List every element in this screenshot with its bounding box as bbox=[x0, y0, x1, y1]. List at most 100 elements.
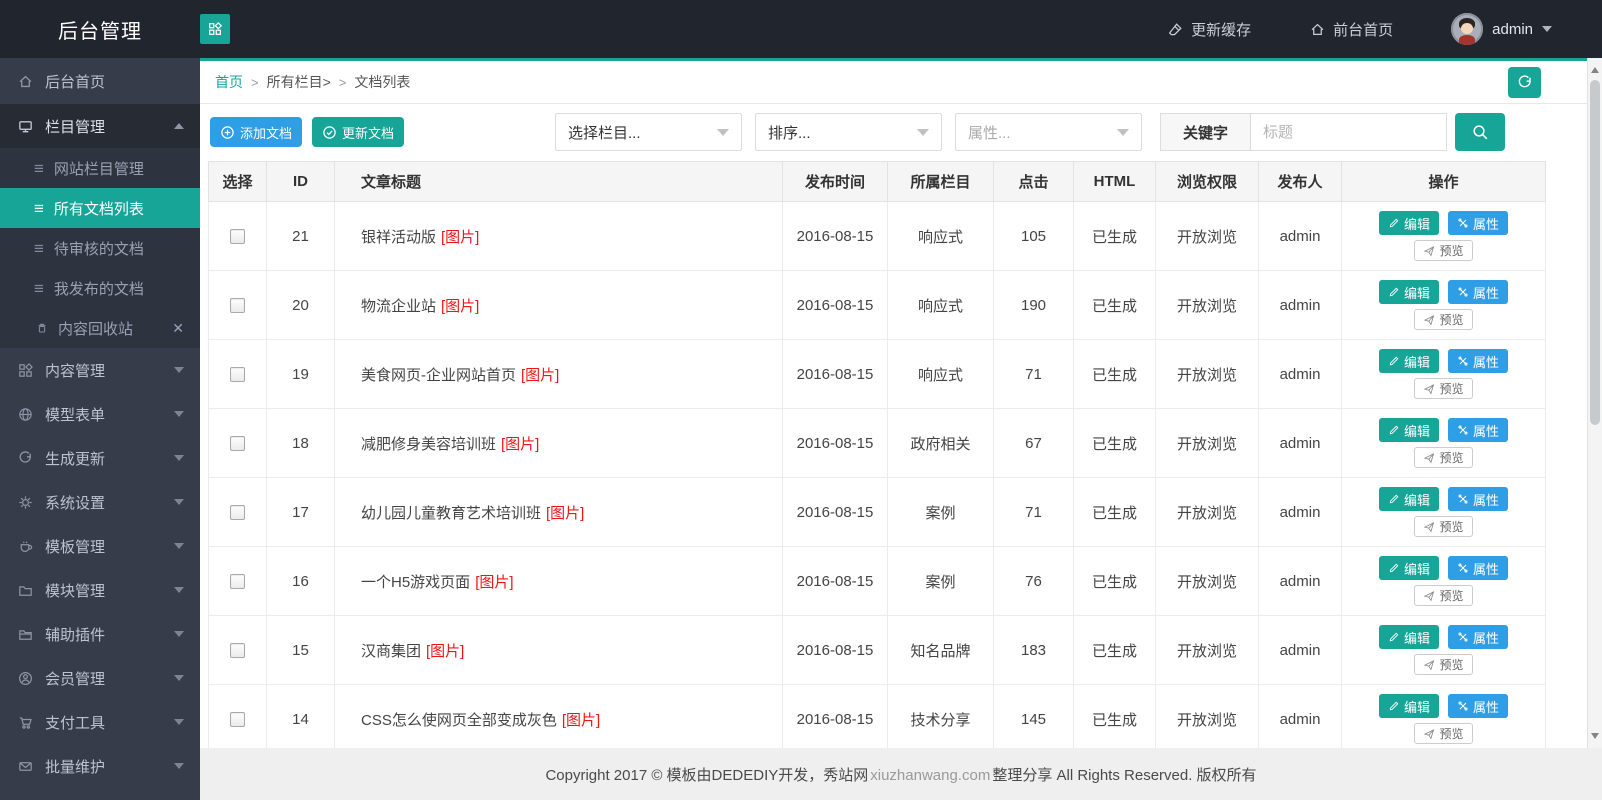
sidebar-item-pending-documents[interactable]: ≡ 待审核的文档 bbox=[0, 228, 200, 268]
table-row: 20 物流企业站 [图片] 2016-08-15 响应式 190 已生成 开放浏览… bbox=[208, 270, 1546, 340]
sidebar-item-system-settings[interactable]: 系统设置 bbox=[0, 480, 200, 524]
app-title: 后台管理 bbox=[58, 20, 142, 43]
row-category: 技术分享 bbox=[887, 684, 994, 754]
preview-button[interactable]: 预览 bbox=[1414, 654, 1473, 675]
sidebar-item-column-management[interactable]: 栏目管理 bbox=[0, 104, 200, 148]
row-checkbox[interactable] bbox=[230, 229, 245, 245]
image-tag: [图片] bbox=[521, 366, 560, 384]
edit-button[interactable]: 编辑 bbox=[1378, 211, 1439, 235]
preview-button[interactable]: 预览 bbox=[1414, 240, 1473, 261]
folder-icon bbox=[16, 625, 34, 643]
document-title-link[interactable]: 美食网页-企业网站首页 bbox=[361, 367, 516, 384]
breadcrumb-home[interactable]: 首页 bbox=[215, 72, 243, 92]
attributes-button[interactable]: 属性 bbox=[1448, 694, 1509, 718]
row-checkbox[interactable] bbox=[230, 574, 245, 590]
sidebar-item-auxiliary-plugins[interactable]: 辅助插件 bbox=[0, 612, 200, 656]
document-title-link[interactable]: 汉商集团 bbox=[361, 643, 421, 660]
attributes-button[interactable]: 属性 bbox=[1448, 625, 1509, 649]
grid-icon bbox=[16, 361, 34, 379]
sidebar-item-backend-home[interactable]: 后台首页 bbox=[0, 58, 200, 104]
user-menu[interactable]: admin bbox=[1451, 13, 1552, 45]
document-title-link[interactable]: CSS怎么使网页全部变成灰色 bbox=[361, 712, 557, 729]
table-row: 14 CSS怎么使网页全部变成灰色 [图片] 2016-08-15 技术分享 14… bbox=[208, 684, 1546, 754]
vertical-scrollbar[interactable] bbox=[1587, 58, 1602, 748]
preview-button[interactable]: 预览 bbox=[1414, 378, 1473, 399]
preview-button[interactable]: 预览 bbox=[1414, 516, 1473, 537]
document-title-link[interactable]: 物流企业站 bbox=[361, 298, 436, 315]
scroll-down-arrow[interactable] bbox=[1591, 733, 1599, 743]
globe-icon bbox=[16, 405, 34, 423]
edit-button[interactable]: 编辑 bbox=[1378, 625, 1439, 649]
category-select[interactable]: 选择栏目... bbox=[555, 113, 742, 151]
update-document-button[interactable]: 更新文档 bbox=[312, 117, 405, 147]
attributes-button[interactable]: 属性 bbox=[1448, 349, 1509, 373]
row-checkbox[interactable] bbox=[230, 436, 245, 452]
document-title-link[interactable]: 减肥修身美容培训班 bbox=[361, 436, 496, 453]
search-button[interactable] bbox=[1455, 113, 1505, 151]
front-home-link[interactable]: 前台首页 bbox=[1309, 19, 1393, 40]
sidebar-item-recycle-bin[interactable]: 内容回收站 ✕ bbox=[0, 308, 200, 348]
row-checkbox[interactable] bbox=[230, 712, 245, 728]
breadcrumb-all-columns[interactable]: 所有栏目> bbox=[267, 72, 331, 92]
preview-button[interactable]: 预览 bbox=[1414, 447, 1473, 468]
edit-button[interactable]: 编辑 bbox=[1378, 487, 1439, 511]
edit-button[interactable]: 编辑 bbox=[1378, 349, 1439, 373]
refresh-cache-link[interactable]: 更新缓存 bbox=[1167, 19, 1251, 40]
pencil-icon bbox=[1388, 424, 1400, 436]
preview-button[interactable]: 预览 bbox=[1414, 585, 1473, 606]
preview-button[interactable]: 预览 bbox=[1414, 723, 1473, 744]
refresh-page-button[interactable] bbox=[1508, 67, 1541, 98]
row-permission: 开放浏览 bbox=[1155, 684, 1259, 754]
row-clicks: 145 bbox=[993, 684, 1074, 754]
chevron-down-icon bbox=[174, 763, 184, 774]
sidebar-item-content-management[interactable]: 内容管理 bbox=[0, 348, 200, 392]
edit-button[interactable]: 编辑 bbox=[1378, 556, 1439, 580]
attributes-button[interactable]: 属性 bbox=[1448, 556, 1509, 580]
attributes-button[interactable]: 属性 bbox=[1448, 211, 1509, 235]
sidebar-item-module-management[interactable]: 模块管理 bbox=[0, 568, 200, 612]
sidebar-item-generate-update[interactable]: 生成更新 bbox=[0, 436, 200, 480]
row-checkbox[interactable] bbox=[230, 298, 245, 314]
menu-grid-button[interactable] bbox=[200, 14, 230, 44]
keyword-label: 关键字 bbox=[1160, 113, 1250, 151]
sidebar-item-batch-maintenance[interactable]: 批量维护 bbox=[0, 744, 200, 788]
add-document-button[interactable]: 添加文档 bbox=[210, 117, 303, 147]
edit-button[interactable]: 编辑 bbox=[1378, 418, 1439, 442]
preview-button[interactable]: 预览 bbox=[1414, 309, 1473, 330]
close-icon[interactable]: ✕ bbox=[172, 320, 184, 337]
table-row: 18 减肥修身美容培训班 [图片] 2016-08-15 政府相关 67 已生成 … bbox=[208, 408, 1546, 478]
edit-button[interactable]: 编辑 bbox=[1378, 280, 1439, 304]
sidebar-item-member-management[interactable]: 会员管理 bbox=[0, 656, 200, 700]
row-checkbox[interactable] bbox=[230, 643, 245, 659]
attributes-button[interactable]: 属性 bbox=[1448, 280, 1509, 304]
scrollbar-thumb[interactable] bbox=[1590, 80, 1600, 425]
keyword-input[interactable] bbox=[1250, 113, 1447, 151]
scroll-up-arrow[interactable] bbox=[1591, 63, 1599, 73]
document-title-link[interactable]: 银祥活动版 bbox=[361, 229, 436, 246]
edit-button[interactable]: 编辑 bbox=[1378, 694, 1439, 718]
sidebar-item-payment-tools[interactable]: 支付工具 bbox=[0, 700, 200, 744]
chevron-down-icon bbox=[174, 587, 184, 598]
row-checkbox[interactable] bbox=[230, 367, 245, 383]
row-category: 政府相关 bbox=[887, 408, 994, 478]
chevron-down-icon bbox=[174, 543, 184, 554]
row-permission: 开放浏览 bbox=[1155, 477, 1259, 547]
row-checkbox[interactable] bbox=[230, 505, 245, 521]
row-permission: 开放浏览 bbox=[1155, 546, 1259, 616]
paper-plane-icon bbox=[1423, 521, 1435, 533]
paper-plane-icon bbox=[1423, 590, 1435, 602]
document-title-link[interactable]: 一个H5游戏页面 bbox=[361, 574, 470, 591]
sidebar-item-my-documents[interactable]: ≡ 我发布的文档 bbox=[0, 268, 200, 308]
sidebar-item-template-management[interactable]: 模板管理 bbox=[0, 524, 200, 568]
column-header-select: 选择 bbox=[208, 161, 267, 202]
sidebar-item-site-columns[interactable]: ≡ 网站栏目管理 bbox=[0, 148, 200, 188]
footer-site-link[interactable]: xiuzhanwang.com bbox=[870, 767, 990, 784]
sidebar-item-model-forms[interactable]: 模型表单 bbox=[0, 392, 200, 436]
attributes-button[interactable]: 属性 bbox=[1448, 487, 1509, 511]
sidebar-item-all-documents[interactable]: ≡ 所有文档列表 bbox=[0, 188, 200, 228]
row-clicks: 183 bbox=[993, 615, 1074, 685]
attribute-select[interactable]: 属性... bbox=[955, 113, 1142, 151]
sort-select[interactable]: 排序... bbox=[755, 113, 942, 151]
document-title-link[interactable]: 幼儿园儿童教育艺术培训班 bbox=[361, 505, 541, 522]
attributes-button[interactable]: 属性 bbox=[1448, 418, 1509, 442]
